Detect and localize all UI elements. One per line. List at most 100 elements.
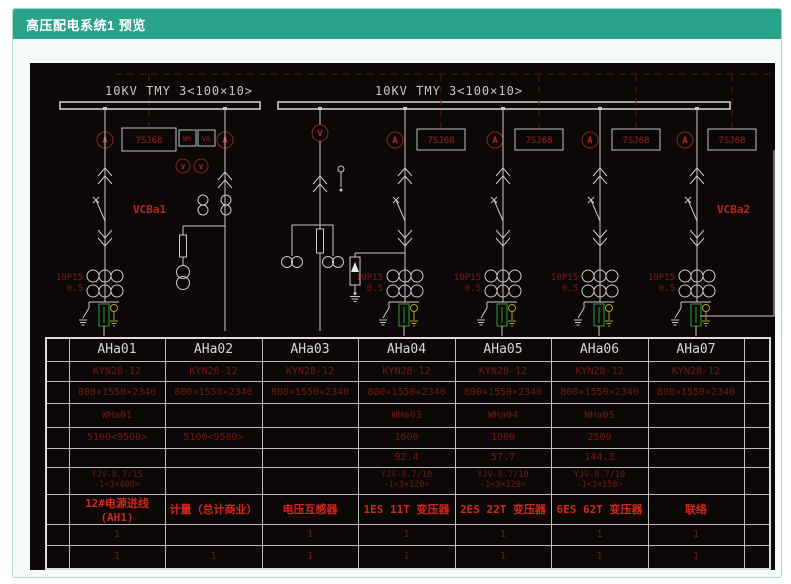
table-cell: WHa01 xyxy=(69,403,165,427)
ct-circle-icon xyxy=(485,285,497,297)
table-cell: 1 xyxy=(455,545,551,569)
table-edge-cell xyxy=(744,524,770,545)
table-cell: 1 xyxy=(648,545,744,569)
table-cell: 联络 xyxy=(648,494,744,524)
ammeter-letter: A xyxy=(682,136,688,146)
table-row-qty-b: 1111111 xyxy=(46,545,770,569)
live-indicator-icon xyxy=(338,166,344,192)
table-edge-cell xyxy=(744,338,770,361)
pt-branch: V xyxy=(282,109,344,331)
table-cell: KYN28-12 xyxy=(551,361,648,381)
table-cell: 1 xyxy=(69,524,165,545)
voltmeter-letter: V xyxy=(317,129,323,139)
table-cell: WHa04 xyxy=(455,403,551,427)
busbar-tap xyxy=(223,107,227,110)
column-header: AHa06 xyxy=(551,338,648,361)
page-title: 高压配电系统1 预览 xyxy=(26,15,146,34)
table-cell: 12#电源进线(AH1) xyxy=(69,494,165,524)
ammeter-letter: A xyxy=(392,136,398,146)
breaker-name-label: VCBa2 xyxy=(717,203,750,216)
ct-circle-icon xyxy=(606,285,618,297)
table-edge-cell xyxy=(46,381,69,403)
wh-meter-label: Wh xyxy=(183,135,191,143)
table-cell: YJV-8.7/10 -1<3×120> xyxy=(358,467,455,494)
voltmeter-letter: V xyxy=(181,163,186,171)
ct-circle-icon xyxy=(679,285,691,297)
table-edge-cell xyxy=(744,427,770,448)
relay-box-label: 7SJ68 xyxy=(622,136,649,146)
fuse-icon xyxy=(317,229,324,253)
ct-rating-label: 0.5 xyxy=(659,284,675,294)
relay-box-label: 7SJ68 xyxy=(135,136,162,146)
spec-table: AHa01AHa02AHa03AHa04AHa05AHa06AHa07KYN28… xyxy=(45,337,771,570)
table-row-capacity: 5100<9500>5100<9500>160010002500 xyxy=(46,427,770,448)
ct-circle-icon xyxy=(87,270,99,282)
table-edge-cell xyxy=(46,427,69,448)
table-edge-cell xyxy=(46,467,69,494)
relay-group: A 7SJ68 xyxy=(677,74,756,150)
table-row-purpose: 12#电源进线(AH1)计量（总计商业）电压互感器1ES 11T 变压器2ES … xyxy=(46,494,770,524)
table-cell: 800×1550×2340 xyxy=(165,381,262,403)
table-cell: 800×1550×2340 xyxy=(69,381,165,403)
ct-circle-icon xyxy=(387,285,399,297)
table-cell: 144.3 xyxy=(551,448,648,467)
breaker-switch-icon xyxy=(396,200,405,221)
relay-box-label: 7SJ68 xyxy=(525,136,552,146)
ct-circle-icon xyxy=(606,270,618,282)
earth-ball-icon xyxy=(509,305,516,312)
table-edge-cell xyxy=(744,403,770,427)
ct-pair-icon xyxy=(292,257,303,268)
relay-group: A7SJ68 xyxy=(582,74,660,150)
ct-rating-label: 10P15 xyxy=(648,273,675,283)
ct-circle-icon xyxy=(582,270,594,282)
table-row-cabinet-size: 800×1550×2340800×1550×2340800×1550×23408… xyxy=(46,381,770,403)
ct-circle-icon xyxy=(411,285,423,297)
column-header: AHa04 xyxy=(358,338,455,361)
table-row-cable-spec: YJV-8.7/15 -1<3×400> YJV-8.7/10 -1<3×120>… xyxy=(46,467,770,494)
table-cell: 1 xyxy=(455,524,551,545)
feeder-column: 10P150.5 xyxy=(551,109,618,336)
ground-switch-icon xyxy=(83,308,89,318)
ct-circle-icon xyxy=(679,270,691,282)
table-cell: 5100<9500> xyxy=(69,427,165,448)
ct-pair-icon xyxy=(282,257,293,268)
title-bar: 高压配电系统1 预览 xyxy=(13,9,781,39)
table-cell: 1 xyxy=(358,545,455,569)
ct-circle-icon xyxy=(485,270,497,282)
table-edge-cell xyxy=(744,448,770,467)
ct-circle-icon xyxy=(111,270,123,282)
table-cell: 1 xyxy=(69,545,165,569)
ct-circle-icon xyxy=(111,285,123,297)
busbar-1 xyxy=(60,102,260,109)
table-cell: 1 xyxy=(648,524,744,545)
ct-circle-icon xyxy=(387,270,399,282)
va-meter-label: VA xyxy=(202,135,211,143)
table-edge-cell xyxy=(46,448,69,467)
table-edge-cell xyxy=(744,494,770,524)
table-cell: YJV-8.7/15 -1<3×400> xyxy=(69,467,165,494)
table-cell xyxy=(648,403,744,427)
table-cell: 800×1550×2340 xyxy=(262,381,358,403)
table-cell xyxy=(165,403,262,427)
ct-rating-label: 0.5 xyxy=(465,284,481,294)
column-header: AHa02 xyxy=(165,338,262,361)
ct-rating-label: 0.5 xyxy=(562,284,578,294)
fuse-icon xyxy=(180,235,187,257)
table-cell xyxy=(262,467,358,494)
table-edge-cell xyxy=(46,494,69,524)
ground-switch-icon xyxy=(481,308,487,318)
table-cell: KYN28-12 xyxy=(262,361,358,381)
table-edge-cell xyxy=(46,338,69,361)
table-cell: 1 xyxy=(262,524,358,545)
earth-ball-icon xyxy=(411,305,418,312)
table-edge-cell xyxy=(744,361,770,381)
table-cell xyxy=(262,403,358,427)
table-cell: 1 xyxy=(165,545,262,569)
table-cell: 800×1550×2340 xyxy=(551,381,648,403)
column-header: AHa07 xyxy=(648,338,744,361)
relay-box-label: 7SJ68 xyxy=(427,136,454,146)
relay-box-label: 7SJ68 xyxy=(718,136,745,146)
table-cell: WHa05 xyxy=(551,403,648,427)
table-cell: 电压互感器 xyxy=(262,494,358,524)
table-cell: 5100<9500> xyxy=(165,427,262,448)
